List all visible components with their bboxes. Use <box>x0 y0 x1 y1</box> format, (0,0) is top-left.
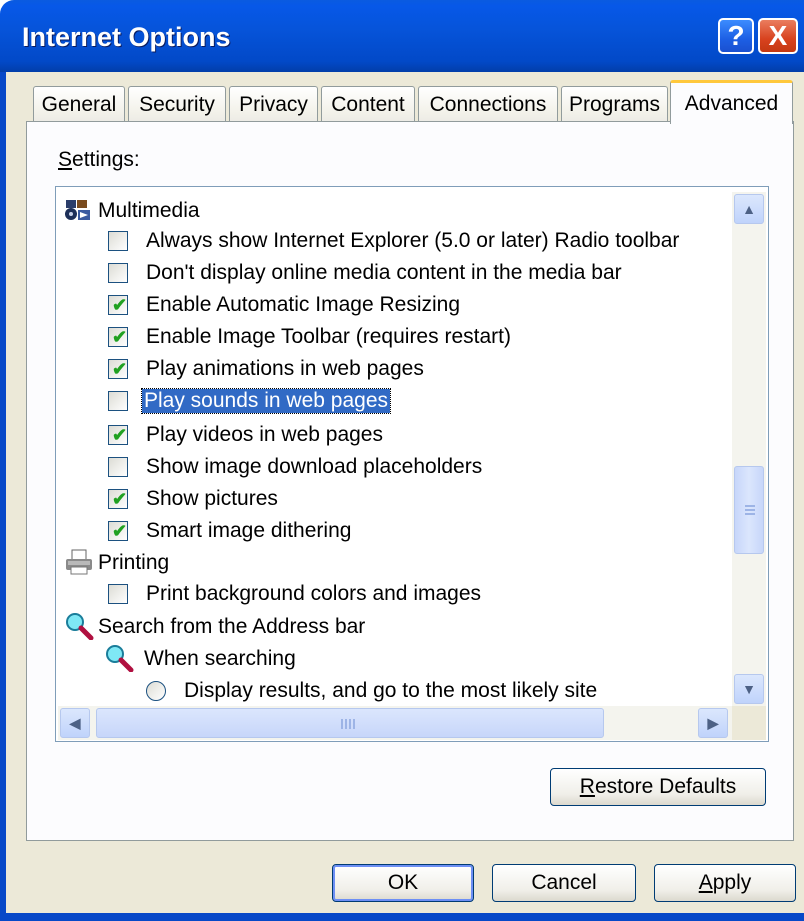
setting-label: Show image download placeholders <box>146 455 483 478</box>
category-multimedia: Multimedia <box>98 196 200 226</box>
window-frame-left <box>0 72 6 921</box>
checkbox-print-background[interactable] <box>108 584 128 604</box>
window-title: Internet Options <box>22 22 231 52</box>
setting-label-selected: Play sounds in web pages <box>141 388 391 414</box>
scroll-down-button[interactable]: ▼ <box>734 674 764 704</box>
arrow-left-icon: ◀ <box>69 714 81 731</box>
grip-line <box>349 719 351 729</box>
checkbox-online-media[interactable] <box>108 263 128 283</box>
tab-privacy[interactable]: Privacy <box>229 86 318 122</box>
grip-line <box>345 719 347 729</box>
multimedia-icon <box>64 196 94 224</box>
scrollbar-corner <box>732 706 766 740</box>
scroll-left-button[interactable]: ◀ <box>60 708 90 738</box>
category-printing: Printing <box>98 548 169 578</box>
close-icon: X <box>768 20 788 51</box>
restore-label: estore Defaults <box>594 775 737 798</box>
horizontal-scroll-thumb[interactable] <box>96 708 604 738</box>
checkbox-image-toolbar[interactable]: ✔ <box>108 327 128 347</box>
grip-line <box>745 513 755 515</box>
tab-label: Privacy <box>239 93 308 116</box>
tab-label: Programs <box>568 93 661 116</box>
radio-display-results[interactable] <box>146 681 166 701</box>
checkbox-smart-dithering[interactable]: ✔ <box>108 521 128 541</box>
setting-row-selected: Play sounds in web pages <box>141 386 391 416</box>
cancel-button[interactable]: Cancel <box>492 864 636 902</box>
ok-button[interactable]: OK <box>332 864 474 902</box>
tab-security[interactable]: Security <box>128 86 226 122</box>
apply-mnemonic: A <box>698 871 713 894</box>
scroll-up-button[interactable]: ▲ <box>734 194 764 224</box>
tab-general[interactable]: General <box>33 86 125 122</box>
checkmark-icon: ✔ <box>112 359 128 379</box>
ok-label: OK <box>387 871 419 894</box>
arrow-down-icon: ▼ <box>742 681 756 697</box>
magnifier-icon <box>104 644 134 673</box>
tab-programs[interactable]: Programs <box>561 86 668 122</box>
checkmark-icon: ✔ <box>112 521 128 541</box>
category-label: Printing <box>98 551 170 574</box>
checkmark-icon: ✔ <box>112 425 128 445</box>
settings-label-text: ettings: <box>72 148 140 171</box>
checkbox-play-animations[interactable]: ✔ <box>108 359 128 379</box>
vertical-scroll-thumb[interactable] <box>734 466 764 554</box>
checkbox-image-resizing[interactable]: ✔ <box>108 295 128 315</box>
arrow-up-icon: ▲ <box>742 201 756 217</box>
apply-button[interactable]: Apply <box>654 864 796 902</box>
category-label: Search from the Address bar <box>98 615 366 638</box>
checkbox-show-pictures[interactable]: ✔ <box>108 489 128 509</box>
tab-label: Connections <box>429 93 547 116</box>
setting-label: Enable Automatic Image Resizing <box>146 293 461 316</box>
checkbox-download-placeholders[interactable] <box>108 457 128 477</box>
tab-content[interactable]: Content <box>321 86 415 122</box>
subcategory-label: When searching <box>144 647 296 670</box>
setting-label: Always show Internet Explorer (5.0 or la… <box>146 229 680 252</box>
arrow-right-icon: ▶ <box>707 714 719 731</box>
checkmark-icon: ✔ <box>112 327 128 347</box>
grip-line <box>745 509 755 511</box>
setting-label: Show pictures <box>146 487 278 510</box>
tab-label: Security <box>139 93 215 116</box>
vertical-scrollbar[interactable] <box>732 192 766 706</box>
tab-label: Content <box>331 93 405 116</box>
checkbox-radio-toolbar[interactable] <box>108 231 128 251</box>
checkbox-play-sounds[interactable] <box>108 391 128 411</box>
subcategory-when-searching: When searching <box>144 644 296 674</box>
tab-connections[interactable]: Connections <box>418 86 558 122</box>
setting-label: Play videos in web pages <box>146 423 383 446</box>
setting-label: Smart image dithering <box>146 519 352 542</box>
help-icon: ? <box>727 20 745 51</box>
magnifier-icon <box>64 612 94 641</box>
grip-line <box>745 505 755 507</box>
setting-label: Print background colors and images <box>146 582 482 605</box>
restore-mnemonic: R <box>579 775 595 798</box>
internet-options-dialog: Internet Options ? X General Security Pr… <box>0 0 804 921</box>
setting-label: Don't display online media content in th… <box>146 261 622 284</box>
cancel-label: Cancel <box>531 871 597 894</box>
scroll-right-button[interactable]: ▶ <box>698 708 728 738</box>
setting-label: Enable Image Toolbar (requires restart) <box>146 325 511 348</box>
tab-label: General <box>41 93 117 116</box>
category-label: Multimedia <box>98 199 200 222</box>
category-search: Search from the Address bar <box>98 612 365 642</box>
setting-label: Display results, and go to the most like… <box>184 679 598 702</box>
settings-label-mnemonic: S <box>58 148 73 171</box>
checkmark-icon: ✔ <box>112 489 128 509</box>
apply-label: pply <box>712 871 752 894</box>
tab-label: Advanced <box>684 92 779 115</box>
close-button[interactable]: X <box>758 18 798 54</box>
settings-label: Settings: <box>58 148 140 172</box>
tab-advanced[interactable]: Advanced <box>670 80 793 124</box>
setting-label: Play animations in web pages <box>146 357 424 380</box>
window-frame-bottom <box>0 913 804 921</box>
grip-line <box>353 719 355 729</box>
grip-line <box>341 719 343 729</box>
printer-icon <box>64 548 94 576</box>
restore-defaults-button[interactable]: Restore Defaults <box>550 768 766 806</box>
help-button[interactable]: ? <box>718 18 754 54</box>
checkbox-play-videos[interactable]: ✔ <box>108 425 128 445</box>
checkmark-icon: ✔ <box>112 295 128 315</box>
title-bar[interactable]: Internet Options ? X <box>0 0 804 72</box>
